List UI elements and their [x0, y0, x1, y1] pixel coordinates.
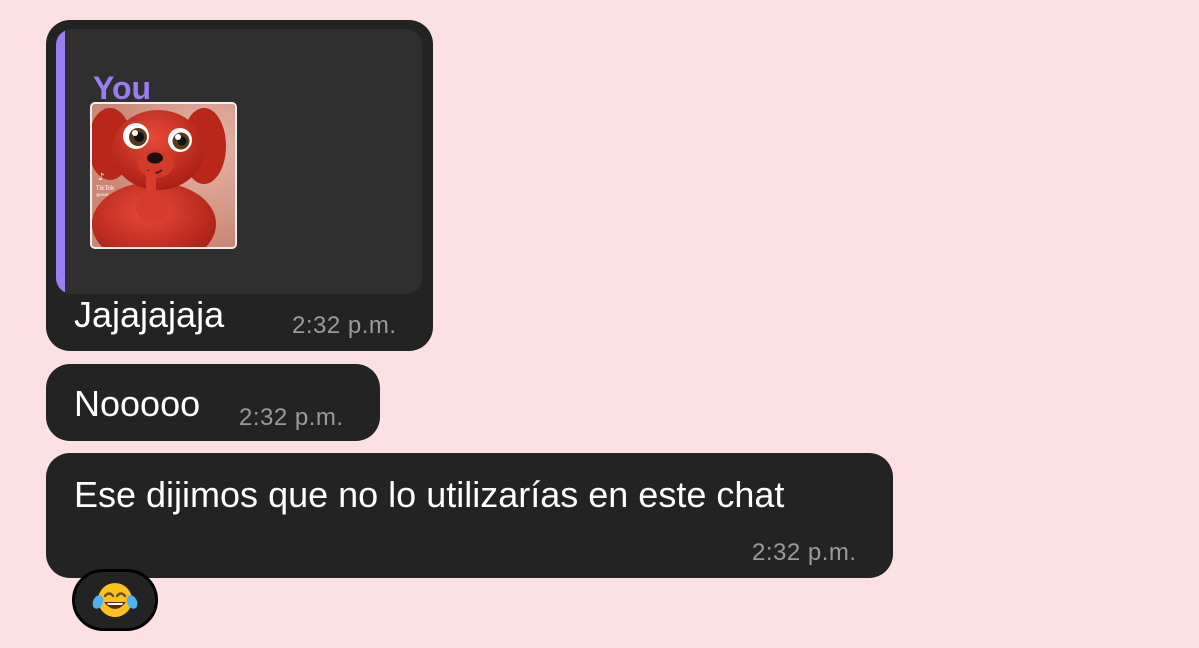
- reply-quote-image-thumbnail[interactable]: ♪ TikTok @user: [90, 102, 237, 249]
- message-text: Ese dijimos que no lo utilizarías en est…: [74, 474, 785, 515]
- message-bubble-1[interactable]: You ♪ TikTok @user Jajajajaja 2:32 p.m.: [46, 20, 433, 351]
- message-timestamp: 2:32 p.m.: [292, 312, 397, 339]
- face-with-tears-of-joy-icon: [92, 583, 138, 617]
- svg-text:@user: @user: [96, 192, 109, 197]
- svg-text:♪: ♪: [98, 172, 104, 183]
- reply-quote-accent-bar: [56, 29, 65, 294]
- message-text: Jajajajaja: [74, 294, 225, 335]
- reply-quote[interactable]: You ♪ TikTok @user: [56, 29, 422, 294]
- message-bubble-3[interactable]: Ese dijimos que no lo utilizarías en est…: [46, 453, 893, 578]
- tiktok-watermark: TikTok: [95, 185, 115, 192]
- message-timestamp: 2:32 p.m.: [239, 404, 344, 431]
- message-text: Nooooo: [74, 383, 201, 424]
- message-reaction[interactable]: [72, 569, 158, 631]
- reply-quote-author: You: [93, 70, 152, 106]
- message-bubble-2[interactable]: Nooooo 2:32 p.m.: [46, 364, 380, 441]
- red-cartoon-dog-sticker-icon: ♪ TikTok @user: [92, 104, 235, 247]
- message-timestamp: 2:32 p.m.: [752, 539, 857, 566]
